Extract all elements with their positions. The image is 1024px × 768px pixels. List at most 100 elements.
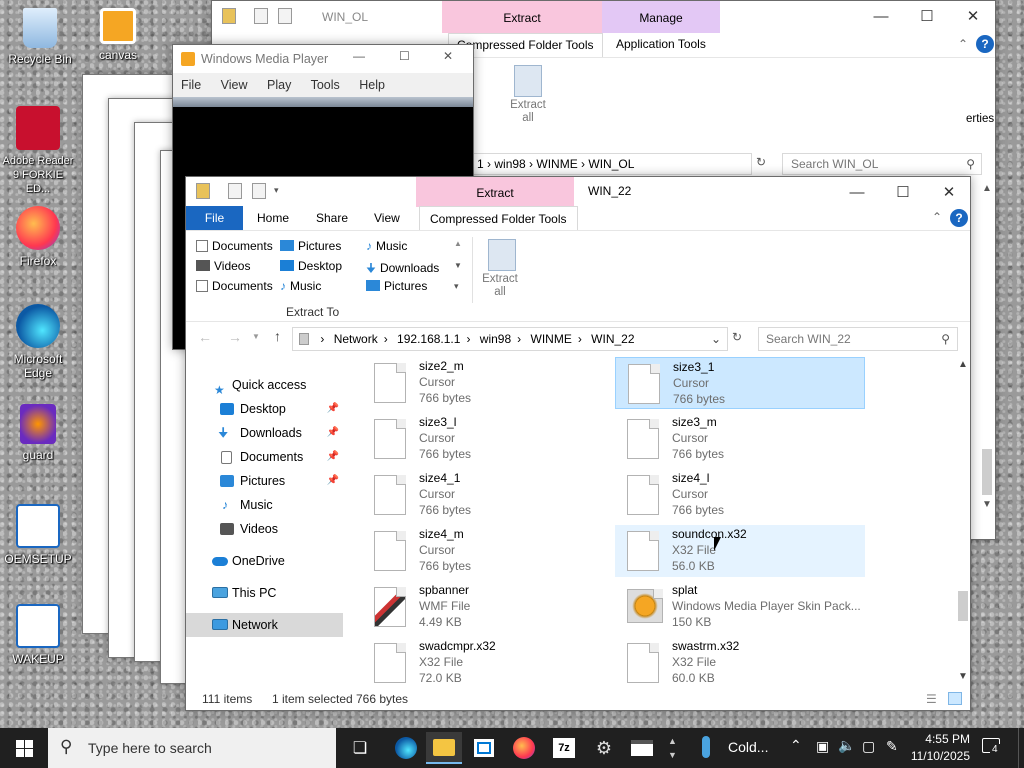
taskbar-edge[interactable] <box>388 732 424 764</box>
title-bar[interactable]: WIN_OL Extract Manage — ☐ ✕ <box>212 1 995 33</box>
address-segment-network[interactable]: Network <box>334 332 378 346</box>
desktop-icon-canvas[interactable]: canvas <box>80 8 156 62</box>
desktop-icon-adobe-reader[interactable]: Adobe Reader 9 FORKIE ED... <box>0 106 76 196</box>
properties-icon[interactable] <box>228 183 242 199</box>
scroll-down-icon[interactable]: ▼ <box>982 499 992 510</box>
desktop-icon-firefox[interactable]: Firefox <box>0 206 76 268</box>
gallery-scroll-up-icon[interactable]: ▲ <box>454 239 462 248</box>
address-segment[interactable]: win98 <box>494 157 525 171</box>
menu-item-play[interactable]: Play <box>267 78 291 92</box>
nav-videos[interactable]: Videos <box>186 517 343 541</box>
address-segment[interactable]: 1 <box>477 157 484 171</box>
explorer-window-win-22[interactable]: ▾ Extract WIN_22 — ☐ ✕ File Home Share V… <box>185 176 971 711</box>
show-hidden-icons[interactable]: ⌃ <box>790 737 802 754</box>
gallery-scroll-down-icon[interactable]: ▼ <box>454 261 462 270</box>
extract-all-icon[interactable] <box>488 239 516 271</box>
menu-item-tools[interactable]: Tools <box>311 78 340 92</box>
address-segment-winme[interactable]: WINME <box>531 332 572 346</box>
ribbon-collapse-icon[interactable]: ⌃ <box>958 37 968 51</box>
taskbar-7zip[interactable]: 7z <box>546 732 582 764</box>
forward-button[interactable]: → <box>228 329 242 345</box>
address-segment[interactable]: WINME <box>536 157 577 171</box>
new-folder-icon[interactable] <box>278 8 292 24</box>
tiles-view-icon[interactable] <box>948 692 962 705</box>
taskbar-store[interactable] <box>466 732 502 764</box>
file-item-spbanner[interactable]: spbanner WMF File 4.49 KB <box>362 581 612 633</box>
menu-item-help[interactable]: Help <box>359 78 385 92</box>
quick-link-documents[interactable]: Documents <box>196 239 282 253</box>
scroll-up-icon[interactable]: ▲ <box>982 183 992 194</box>
quick-link-videos[interactable]: Videos <box>196 259 282 273</box>
scroll-up-icon[interactable]: ▲ <box>958 359 968 370</box>
nav-quick-access[interactable]: ★ Quick access <box>186 373 343 397</box>
title-bar[interactable]: ▾ Extract WIN_22 — ☐ ✕ <box>186 177 970 207</box>
recent-locations-icon[interactable]: ▼ <box>252 332 260 341</box>
desktop-icon-edge[interactable]: Microsoft Edge <box>0 304 76 380</box>
address-segment-win98[interactable]: win98 <box>480 332 511 346</box>
file-item-size4-l[interactable]: size4_l Cursor 766 bytes <box>615 469 865 521</box>
pin-icon[interactable]: 📌 <box>327 445 339 469</box>
nav-pictures[interactable]: Pictures 📌 <box>186 469 343 493</box>
qat-dropdown-icon[interactable]: ▾ <box>274 185 279 196</box>
close-button[interactable]: ✕ <box>443 49 453 63</box>
search-box[interactable]: Search WIN_22 ⚲ <box>758 327 958 351</box>
file-item-soundcon-x32[interactable]: soundcon.x32 X32 File 56.0 KB <box>615 525 865 577</box>
quick-link-desktop[interactable]: Desktop <box>280 259 366 273</box>
clock[interactable]: 4:55 PM 11/10/2025 <box>908 731 970 765</box>
wmp-title-bar[interactable]: Windows Media Player — ☐ ✕ <box>173 45 473 73</box>
minimize-button[interactable]: — <box>353 49 365 63</box>
address-bar[interactable]: › Network › 192.168.1.1 › win98 › WINME › WI… <box>292 327 728 351</box>
close-button[interactable]: ✕ <box>950 1 995 31</box>
extract-all-label[interactable]: Extract all <box>478 273 522 299</box>
desktop-icon-oemsetup[interactable]: OEMSETUP <box>0 504 76 566</box>
file-item-size4-1[interactable]: size4_1 Cursor 766 bytes <box>362 469 612 521</box>
nav-documents[interactable]: Documents 📌 <box>186 445 343 469</box>
nav-downloads[interactable]: 🠋 Downloads 📌 <box>186 421 343 445</box>
desktop-icon-guard[interactable]: guard <box>0 404 76 462</box>
taskbar-settings[interactable]: ⚙ <box>586 732 622 764</box>
quick-link-documents-2[interactable]: Documents <box>196 279 282 293</box>
tab-application-tools[interactable]: Application Tools <box>616 33 706 57</box>
file-item-size3-l[interactable]: size3_l Cursor 766 bytes <box>362 413 612 465</box>
menu-item-file[interactable]: File <box>181 78 201 92</box>
nav-network[interactable]: Network <box>186 613 343 637</box>
extract-all-label[interactable]: Extract all <box>506 99 550 125</box>
taskbar-overflow-icon[interactable]: ▲ ▼ <box>668 734 677 762</box>
language-icon[interactable]: ✎ <box>886 738 898 755</box>
network-status-icon[interactable]: ▣ <box>816 738 829 755</box>
maximize-button[interactable]: ☐ <box>399 49 410 63</box>
refresh-icon[interactable]: ↻ <box>756 155 766 169</box>
tab-share[interactable]: Share <box>306 206 358 230</box>
scroll-down-icon[interactable]: ▼ <box>958 671 968 682</box>
file-item-swastrm-x32[interactable]: swastrm.x32 X32 File 60.0 KB <box>615 637 865 687</box>
up-button[interactable]: ↑ <box>274 328 281 344</box>
close-button[interactable]: ✕ <box>926 177 970 207</box>
back-button[interactable]: ← <box>198 329 212 345</box>
volume-icon[interactable]: 🔈 <box>838 737 855 754</box>
maximize-button[interactable]: ☐ <box>880 177 926 207</box>
file-item-swadcmpr-x32[interactable]: swadcmpr.x32 X32 File 72.0 KB <box>362 637 612 687</box>
file-item-size3-m[interactable]: size3_m Cursor 766 bytes <box>615 413 865 465</box>
pin-icon[interactable]: 📌 <box>327 421 339 445</box>
help-icon[interactable]: ? <box>976 35 994 53</box>
pin-icon[interactable]: 📌 <box>327 469 339 493</box>
taskbar-app-window[interactable] <box>624 732 660 764</box>
taskbar-search-box[interactable]: ⚲ Type here to search <box>48 728 336 768</box>
quick-link-downloads[interactable]: 🠋 Downloads <box>366 259 462 280</box>
quick-link-music[interactable]: ♪ Music <box>366 239 452 253</box>
start-button[interactable] <box>0 728 48 768</box>
pin-icon[interactable]: 📌 <box>327 397 339 421</box>
file-item-splat[interactable]: splat Windows Media Player Skin Pack... … <box>615 581 865 633</box>
gallery-more-icon[interactable]: ▾ <box>454 281 459 292</box>
vertical-scrollbar-thumb[interactable] <box>982 449 992 495</box>
nav-this-pc[interactable]: This PC <box>186 581 343 605</box>
nav-music[interactable]: ♪ Music <box>186 493 343 517</box>
help-icon[interactable]: ? <box>950 209 968 227</box>
file-item-size3-1[interactable]: size3_1 Cursor 766 bytes <box>615 357 865 409</box>
quick-link-pictures-2[interactable]: Pictures <box>366 279 452 293</box>
tab-compressed-folder-tools[interactable]: Compressed Folder Tools <box>419 206 578 230</box>
taskbar-firefox[interactable] <box>506 732 542 764</box>
extract-all-icon[interactable] <box>514 65 542 97</box>
menu-item-view[interactable]: View <box>221 78 248 92</box>
taskbar-file-explorer[interactable] <box>426 732 462 764</box>
